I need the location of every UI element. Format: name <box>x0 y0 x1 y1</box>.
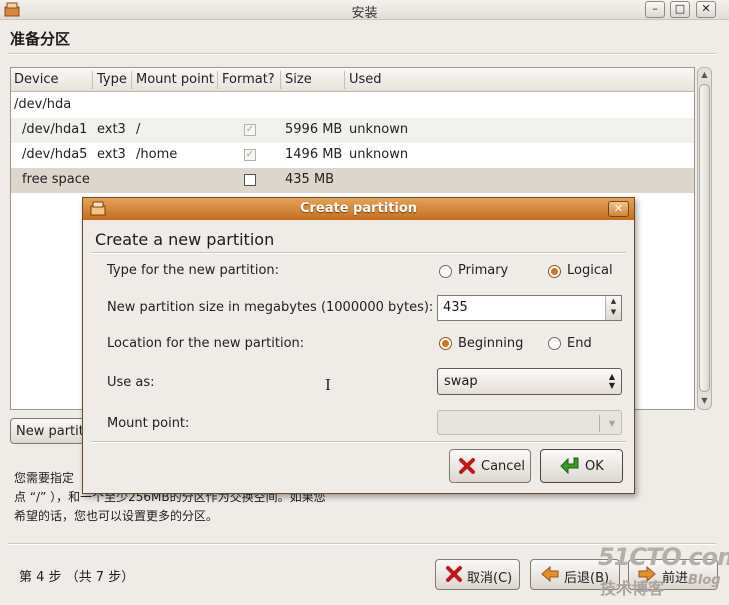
scroll-thumb[interactable] <box>699 84 710 392</box>
description-line: 希望的话，您也可以设置更多的分区。 <box>14 509 219 523</box>
beginning-radio[interactable] <box>439 337 452 350</box>
column-divider <box>280 71 281 89</box>
dialog-cancel-button[interactable]: Cancel <box>449 449 531 483</box>
step-indicator: 第 4 步 （共 7 步） <box>19 570 135 585</box>
primary-radio-label[interactable]: Primary <box>458 263 508 278</box>
new-partition-button[interactable]: New partiti <box>10 418 88 444</box>
mount-point-label: Mount point: <box>107 416 190 431</box>
cell-device: /dev/hda1 <box>22 122 88 137</box>
dialog-divider <box>91 252 626 254</box>
beginning-radio-label[interactable]: Beginning <box>458 336 523 351</box>
partition-size-label: New partition size in megabytes (1000000… <box>107 300 434 315</box>
cell-mount-point: /home <box>136 147 178 162</box>
maximize-button[interactable]: □ <box>670 1 690 18</box>
partition-size-value[interactable]: 435 <box>443 300 468 315</box>
watermark-site: 51CTO.com <box>598 543 729 571</box>
combo-divider <box>599 415 600 432</box>
column-header-type[interactable]: Type <box>97 72 127 87</box>
ok-arrow-icon <box>559 456 581 480</box>
dialog-titlebar[interactable]: Create partition ✕ <box>83 198 634 220</box>
use-as-label: Use as: <box>107 375 155 390</box>
column-header-format[interactable]: Format? <box>222 72 275 87</box>
header-divider <box>8 53 716 55</box>
cell-used: unknown <box>349 147 409 162</box>
create-partition-dialog: Create partition ✕ Create a new partitio… <box>82 197 635 494</box>
cancel-install-button[interactable]: 取消(C) <box>435 559 520 590</box>
cell-used: unknown <box>349 122 409 137</box>
dialog-close-button[interactable]: ✕ <box>608 201 629 217</box>
dialog-ok-label: OK <box>585 459 604 474</box>
cell-device: free space <box>22 172 90 187</box>
window-titlebar: 安装 – □ ✕ <box>0 0 729 21</box>
table-row-free-space[interactable]: free space ✓ 435 MB <box>11 168 694 193</box>
end-radio[interactable] <box>548 337 561 350</box>
text-cursor-icon: I <box>325 376 331 394</box>
chevron-down-icon: ▼ <box>608 419 615 428</box>
use-as-value: swap <box>444 374 478 389</box>
table-scrollbar[interactable]: ▲ ▼ <box>697 67 712 410</box>
logical-radio[interactable] <box>548 265 561 278</box>
column-header-device[interactable]: Device <box>14 72 58 87</box>
column-divider <box>92 71 93 89</box>
column-divider <box>217 71 218 89</box>
cell-device: /dev/hda <box>14 97 72 112</box>
cell-type: ext3 <box>97 147 126 162</box>
column-divider <box>131 71 132 89</box>
format-checkbox[interactable]: ✓ <box>244 174 256 186</box>
cell-size: 435 MB <box>285 172 335 187</box>
page-title: 准备分区 <box>10 30 71 48</box>
table-header: Device Type Mount point Format? Size Use… <box>11 68 694 92</box>
spin-arrows-icon[interactable]: ▲ ▼ <box>605 296 621 320</box>
cancel-icon <box>445 565 463 587</box>
cell-size: 5996 MB <box>285 122 343 137</box>
watermark-subtitle: 技术博客 <box>600 579 665 598</box>
format-checkbox[interactable]: ✓ <box>244 124 256 136</box>
dialog-cancel-label: Cancel <box>481 459 526 474</box>
scroll-down-arrow-icon[interactable]: ▼ <box>700 396 709 405</box>
table-row-partition[interactable]: /dev/hda5 ext3 /home ✓ 1496 MB unknown <box>11 143 694 168</box>
back-arrow-icon <box>540 565 560 587</box>
watermark-blog: Blog <box>688 573 721 588</box>
column-divider <box>344 71 345 89</box>
partition-type-label: Type for the new partition: <box>107 263 280 278</box>
cancel-install-label: 取消(C) <box>467 571 513 586</box>
logical-radio-label[interactable]: Logical <box>567 263 613 278</box>
combo-arrows-icon: ▲ ▼ <box>608 372 615 390</box>
dialog-title: Create partition <box>299 201 418 216</box>
cell-size: 1496 MB <box>285 147 343 162</box>
watermark: 51CTO.com 技术博客 Blog <box>598 543 729 601</box>
window-title: 安装 <box>351 6 378 21</box>
cell-device: /dev/hda5 <box>22 147 88 162</box>
cancel-icon <box>458 457 476 479</box>
end-radio-label[interactable]: End <box>567 336 592 351</box>
table-row-partition[interactable]: /dev/hda1 ext3 / ✓ 5996 MB unknown <box>11 118 694 143</box>
partition-size-spinbox[interactable]: 435 ▲ ▼ <box>437 295 622 321</box>
use-as-select[interactable]: swap ▲ ▼ <box>437 368 622 395</box>
column-header-size[interactable]: Size <box>285 72 312 87</box>
dialog-divider <box>91 441 626 443</box>
format-checkbox[interactable]: ✓ <box>244 149 256 161</box>
dialog-heading: Create a new partition <box>95 230 275 249</box>
close-window-button[interactable]: ✕ <box>696 1 716 18</box>
cell-mount-point: / <box>136 122 141 137</box>
table-row-disk[interactable]: /dev/hda <box>11 93 694 118</box>
minimize-button[interactable]: – <box>645 1 665 18</box>
new-partition-label: New partiti <box>16 424 88 439</box>
location-label: Location for the new partition: <box>107 336 305 351</box>
column-header-mount-point[interactable]: Mount point <box>136 72 214 87</box>
mount-point-combo: ▼ <box>437 410 622 435</box>
dialog-ok-button[interactable]: OK <box>540 449 623 483</box>
cell-type: ext3 <box>97 122 126 137</box>
primary-radio[interactable] <box>439 265 452 278</box>
scroll-up-arrow-icon[interactable]: ▲ <box>700 70 709 79</box>
column-header-used[interactable]: Used <box>349 72 382 87</box>
